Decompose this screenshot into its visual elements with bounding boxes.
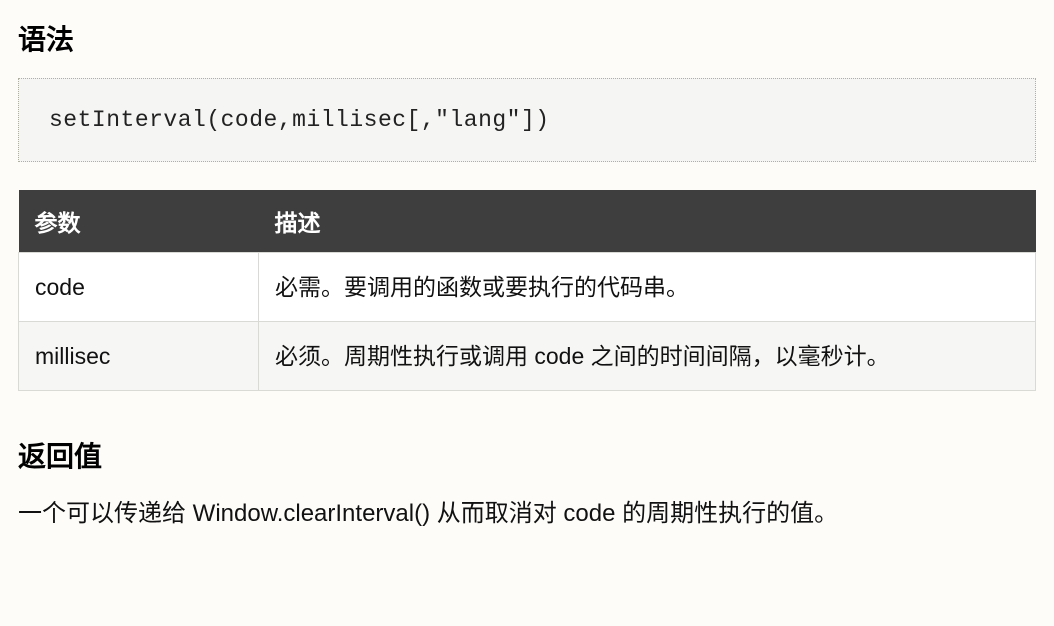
table-header-param: 参数 <box>19 190 259 253</box>
syntax-heading: 语法 <box>18 18 1036 58</box>
table-row: code 必需。要调用的函数或要执行的代码串。 <box>19 253 1036 322</box>
param-desc: 必须。周期性执行或调用 code 之间的时间间隔，以毫秒计。 <box>259 322 1036 391</box>
table-header-desc: 描述 <box>259 190 1036 253</box>
code-sample: setInterval(code,millisec[,"lang"]) <box>18 78 1036 162</box>
return-description: 一个可以传递给 Window.clearInterval() 从而取消对 cod… <box>18 495 1036 533</box>
param-name: millisec <box>19 322 259 391</box>
param-desc: 必需。要调用的函数或要执行的代码串。 <box>259 253 1036 322</box>
return-heading: 返回值 <box>18 435 1036 475</box>
param-name: code <box>19 253 259 322</box>
params-table: 参数 描述 code 必需。要调用的函数或要执行的代码串。 millisec 必… <box>18 190 1036 391</box>
table-row: millisec 必须。周期性执行或调用 code 之间的时间间隔，以毫秒计。 <box>19 322 1036 391</box>
